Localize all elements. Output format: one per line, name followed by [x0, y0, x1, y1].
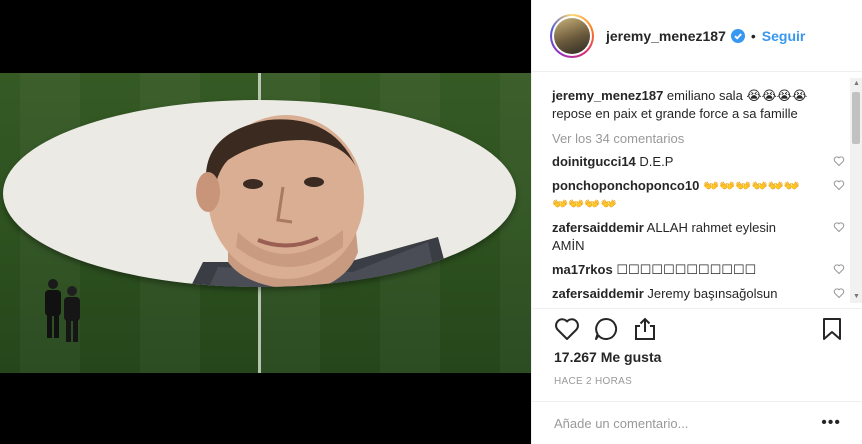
verified-badge-icon: [730, 28, 745, 43]
comment-item: ponchoponchoponco10 👐👐👐👐👐👐👐👐👐👐: [552, 177, 845, 213]
comment-text: Jeremy başınsağolsun: [643, 286, 778, 301]
comment-icon[interactable]: [593, 316, 619, 342]
comment-username[interactable]: ponchoponchoponco10: [552, 178, 699, 193]
post-sidebar: jeremy_menez187 • Seguir jeremy_menez187…: [531, 0, 862, 444]
add-comment-bar: Añade un comentario... •••: [532, 401, 862, 444]
like-comment-heart-icon[interactable]: [833, 179, 845, 191]
scrollbar-thumb[interactable]: [852, 92, 860, 144]
comments-scrollbar[interactable]: ▲ ▼: [850, 78, 862, 303]
bookmark-icon[interactable]: [819, 316, 845, 342]
comment-text: D.E.P: [635, 154, 674, 169]
post-username[interactable]: jeremy_menez187: [606, 28, 726, 44]
comment-username[interactable]: zafersaiddemir: [552, 220, 644, 235]
avatar[interactable]: [550, 13, 594, 58]
like-comment-heart-icon[interactable]: [833, 155, 845, 167]
post-header: jeremy_menez187 • Seguir: [532, 0, 862, 72]
post-actions: 17.267 Me gusta HACE 2 HORAS: [532, 308, 862, 402]
comments-list[interactable]: jeremy_menez187 emiliano sala 😭😭😭😭 repos…: [532, 73, 862, 308]
person-figure: [64, 286, 80, 342]
comment-username[interactable]: doinitgucci14: [552, 154, 636, 169]
more-options-icon[interactable]: •••: [821, 414, 841, 432]
post-caption: jeremy_menez187 emiliano sala 😭😭😭😭 repos…: [552, 87, 819, 123]
comment-username[interactable]: zafersaiddemir: [552, 286, 644, 301]
comment-username[interactable]: ma17rkos: [552, 262, 613, 277]
post-image[interactable]: [0, 73, 531, 373]
add-comment-input[interactable]: Añade un comentario...: [554, 416, 821, 431]
like-comment-heart-icon[interactable]: [833, 287, 845, 299]
caption-username[interactable]: jeremy_menez187: [552, 88, 663, 103]
comment-item: zafersaiddemir Jeremy başınsağolsun: [552, 285, 845, 303]
person-figure: [45, 279, 61, 338]
view-all-comments-link[interactable]: Ver los 34 comentarios: [552, 131, 819, 146]
scroll-down-arrow-icon[interactable]: ▼: [853, 293, 860, 301]
post-media: [0, 0, 531, 444]
like-comment-heart-icon[interactable]: [833, 221, 845, 233]
scroll-up-arrow-icon[interactable]: ▲: [853, 80, 860, 88]
post-timestamp[interactable]: HACE 2 HORAS: [554, 376, 632, 387]
portrait-face: [190, 115, 452, 287]
comment-text: ☐☐☐☐☐☐☐☐☐☐☐☐: [612, 262, 757, 277]
follow-button[interactable]: Seguir: [762, 28, 806, 44]
header-separator: •: [750, 27, 756, 44]
heart-icon[interactable]: [554, 316, 580, 342]
likes-count[interactable]: 17.267 Me gusta: [554, 349, 661, 365]
share-icon[interactable]: [632, 316, 658, 342]
comment-item: zafersaiddemir ALLAH rahmet eylesin AMİN: [552, 219, 845, 255]
comment-item: ma17rkos ☐☐☐☐☐☐☐☐☐☐☐☐: [552, 261, 845, 279]
comment-item: doinitgucci14 D.E.P: [552, 153, 845, 171]
like-comment-heart-icon[interactable]: [833, 263, 845, 275]
memorial-portrait-tarp: [3, 100, 516, 287]
